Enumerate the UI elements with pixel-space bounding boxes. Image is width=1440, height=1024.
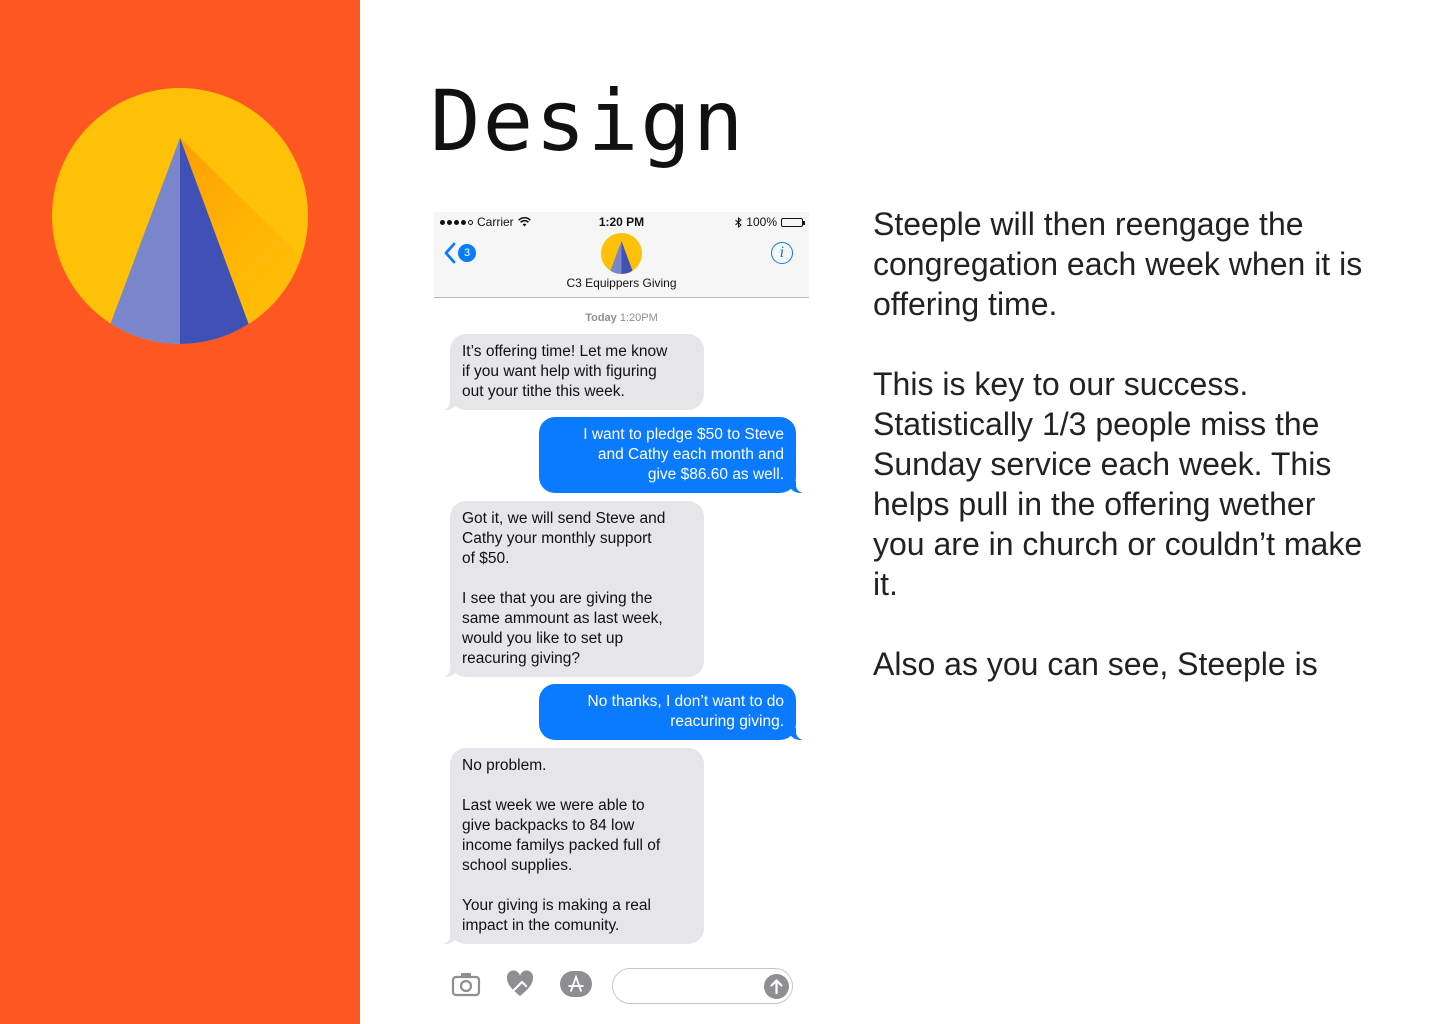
- chevron-left-icon: [444, 242, 456, 264]
- paragraph: Steeple will then reengage the congregat…: [873, 206, 1363, 322]
- timestamp-day: Today: [585, 312, 617, 324]
- incoming-message: It’s offering time! Let me know if you w…: [440, 334, 704, 410]
- battery-icon: [781, 217, 805, 227]
- message-timestamp: Today 1:20PM: [434, 312, 809, 324]
- incoming-message: Got it, we will send Steve and Cathy you…: [440, 501, 704, 677]
- battery-label: 100%: [746, 215, 777, 229]
- back-button[interactable]: 3: [444, 242, 476, 264]
- outgoing-message: I want to pledge $50 to Steve and Cathy …: [539, 417, 806, 493]
- app-store-icon[interactable]: [560, 968, 592, 1000]
- bluetooth-icon: [735, 216, 743, 228]
- conversation-header: 3 C3 Equippers Giving i: [434, 232, 809, 298]
- contact-name[interactable]: C3 Equippers Giving: [434, 276, 809, 290]
- message-toolbar: [434, 960, 809, 1012]
- paragraph: This is key to our success. Statisticall…: [873, 366, 1363, 602]
- unread-count-badge: 3: [458, 244, 476, 262]
- status-bar: Carrier 1:20 PM 100%: [434, 212, 809, 232]
- camera-icon[interactable]: [450, 968, 482, 1000]
- send-button[interactable]: [764, 974, 789, 999]
- paragraph: Also as you can see, Steeple is: [873, 646, 1318, 682]
- contact-avatar[interactable]: [601, 233, 642, 274]
- timestamp-time: 1:20PM: [619, 312, 658, 324]
- description: Steeple will then reengage the congregat…: [873, 204, 1373, 724]
- incoming-message: No problem. Last week we were able to gi…: [440, 748, 704, 944]
- steeple-logo-icon: [52, 88, 308, 344]
- sidebar: [0, 0, 360, 1024]
- heart-touch-icon[interactable]: [504, 968, 536, 1000]
- arrow-up-icon: [770, 979, 783, 995]
- phone-screenshot: Carrier 1:20 PM 100% 3 C3 Equippers Givi…: [434, 212, 809, 1024]
- info-icon[interactable]: i: [771, 242, 793, 264]
- page-title: Design: [430, 72, 746, 170]
- outgoing-message: No thanks, I don’t want to do reacuring …: [539, 684, 806, 740]
